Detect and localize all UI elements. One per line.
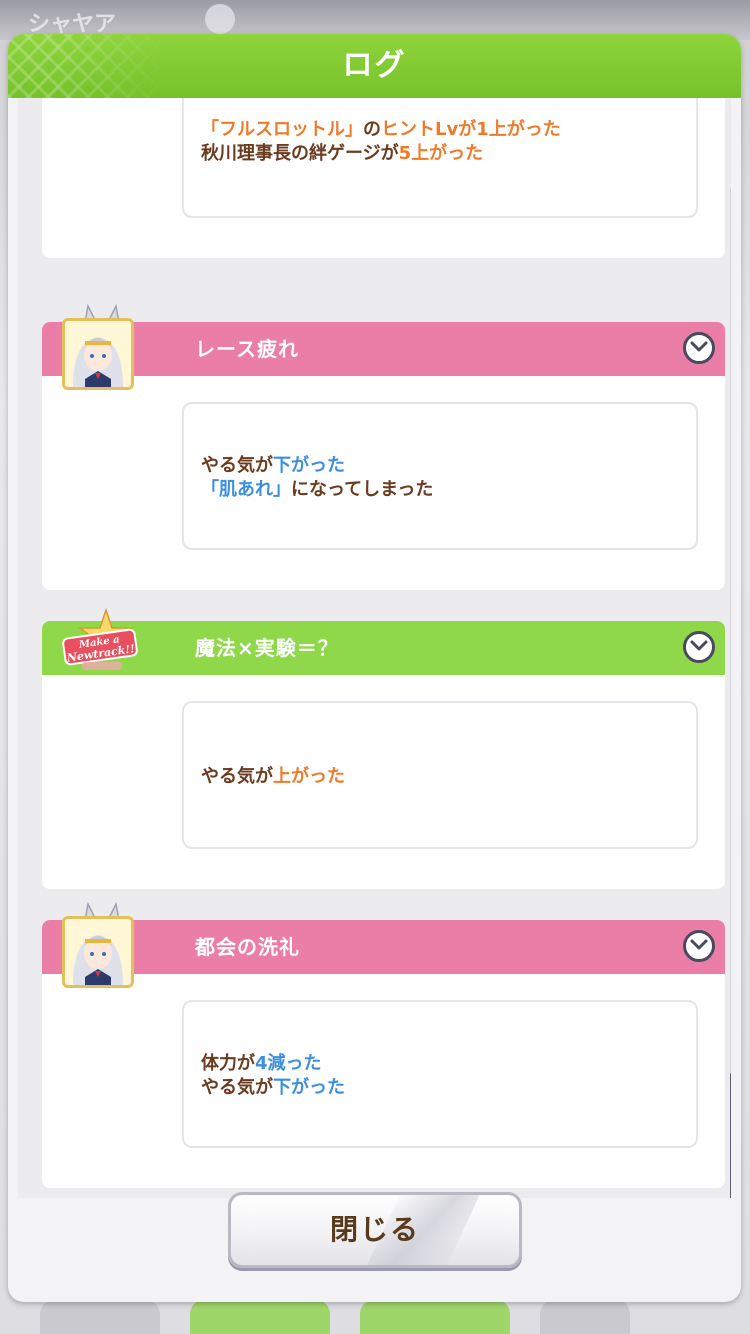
status-name: 「肌あれ」 bbox=[201, 479, 291, 500]
scrollbar-thumb[interactable] bbox=[730, 1072, 731, 1198]
character-portrait-icon bbox=[62, 916, 134, 988]
log-entry-header[interactable]: 魔法×実験＝？ bbox=[42, 621, 725, 675]
expand-chevron-button[interactable] bbox=[683, 631, 715, 663]
chevron-down-icon bbox=[690, 939, 708, 950]
chevron-down-icon bbox=[690, 640, 708, 651]
background-circle-icon bbox=[205, 4, 235, 34]
motivation-down-text: 下がった bbox=[273, 1077, 345, 1098]
log-line: 体力が4減った bbox=[201, 1052, 345, 1076]
log-line: 「フルスロットル」のヒントLvが1上がった bbox=[201, 118, 561, 142]
log-entry-detail-box: やる気が下がった 「肌あれ」になってしまった bbox=[182, 402, 698, 550]
close-button[interactable]: 閉じる bbox=[228, 1192, 522, 1268]
log-line: やる気が下がった bbox=[201, 1076, 345, 1100]
log-text: 体力が bbox=[201, 1053, 255, 1074]
skill-name: 「フルスロットル」 bbox=[201, 119, 363, 140]
log-entry-header[interactable]: レース疲れ bbox=[42, 322, 725, 376]
character-portrait-icon bbox=[62, 318, 134, 390]
background-pill bbox=[360, 1300, 510, 1334]
log-list[interactable]: 「フルスロットル」のヒントLvが1上がった 秋川理事長の絆ゲージが5上がった レ… bbox=[18, 98, 731, 1198]
log-entry-detail-box: 体力が4減った やる気が下がった bbox=[182, 1000, 698, 1148]
dialog-title: ログ bbox=[342, 48, 407, 83]
log-text: やる気が bbox=[201, 455, 273, 476]
log-entry-lines: 体力が4減った やる気が下がった bbox=[201, 1052, 345, 1100]
scrollbar-track[interactable] bbox=[730, 186, 731, 1198]
close-button-label: 閉じる bbox=[329, 1213, 420, 1246]
hint-level-text: ヒントLvが1上がった bbox=[381, 119, 561, 140]
motivation-down-text: 下がった bbox=[273, 455, 345, 476]
bond-gain-text: 5上がった bbox=[398, 143, 484, 164]
background-pill bbox=[40, 1300, 160, 1334]
log-entry-title: 都会の洗礼 bbox=[195, 935, 300, 959]
dialog-header: ログ bbox=[8, 34, 741, 98]
log-text: やる気が bbox=[201, 1077, 273, 1098]
expand-chevron-button[interactable] bbox=[683, 332, 715, 364]
log-text: の bbox=[363, 119, 381, 140]
log-line: 秋川理事長の絆ゲージが5上がった bbox=[201, 142, 561, 166]
log-line: やる気が上がった bbox=[201, 765, 345, 789]
log-text: やる気が bbox=[201, 766, 273, 787]
log-entry-lines: やる気が上がった bbox=[201, 765, 345, 789]
log-entry-lines: 「フルスロットル」のヒントLvが1上がった 秋川理事長の絆ゲージが5上がった bbox=[201, 118, 561, 166]
make-a-new-track-badge-icon: Make a Newtrack!! bbox=[58, 607, 142, 678]
log-entry-lines: やる気が下がった 「肌あれ」になってしまった bbox=[201, 454, 433, 502]
expand-chevron-button[interactable] bbox=[683, 930, 715, 962]
log-entry-header[interactable]: 都会の洗礼 bbox=[42, 920, 725, 974]
log-entry-title: 魔法×実験＝？ bbox=[195, 636, 339, 660]
stamina-down-text: 4減った bbox=[255, 1053, 322, 1074]
background-pill bbox=[540, 1300, 630, 1334]
motivation-up-text: 上がった bbox=[273, 766, 345, 787]
log-entry-title: レース疲れ bbox=[195, 337, 299, 361]
log-line: 「肌あれ」になってしまった bbox=[201, 478, 433, 502]
log-line: やる気が下がった bbox=[201, 454, 433, 478]
log-text: 秋川理事長の絆ゲージが bbox=[201, 143, 399, 164]
log-text: になってしまった bbox=[291, 479, 434, 500]
log-entry-detail-box: やる気が上がった bbox=[182, 701, 698, 849]
log-entry-detail-box: 「フルスロットル」のヒントLvが1上がった 秋川理事長の絆ゲージが5上がった bbox=[182, 98, 698, 218]
chevron-down-icon bbox=[690, 341, 708, 352]
log-dialog: ログ 「フルスロットル」のヒントLvが1上がった 秋川理事長の絆ゲージが5上がっ… bbox=[8, 34, 741, 1302]
background-pill bbox=[190, 1300, 330, 1334]
